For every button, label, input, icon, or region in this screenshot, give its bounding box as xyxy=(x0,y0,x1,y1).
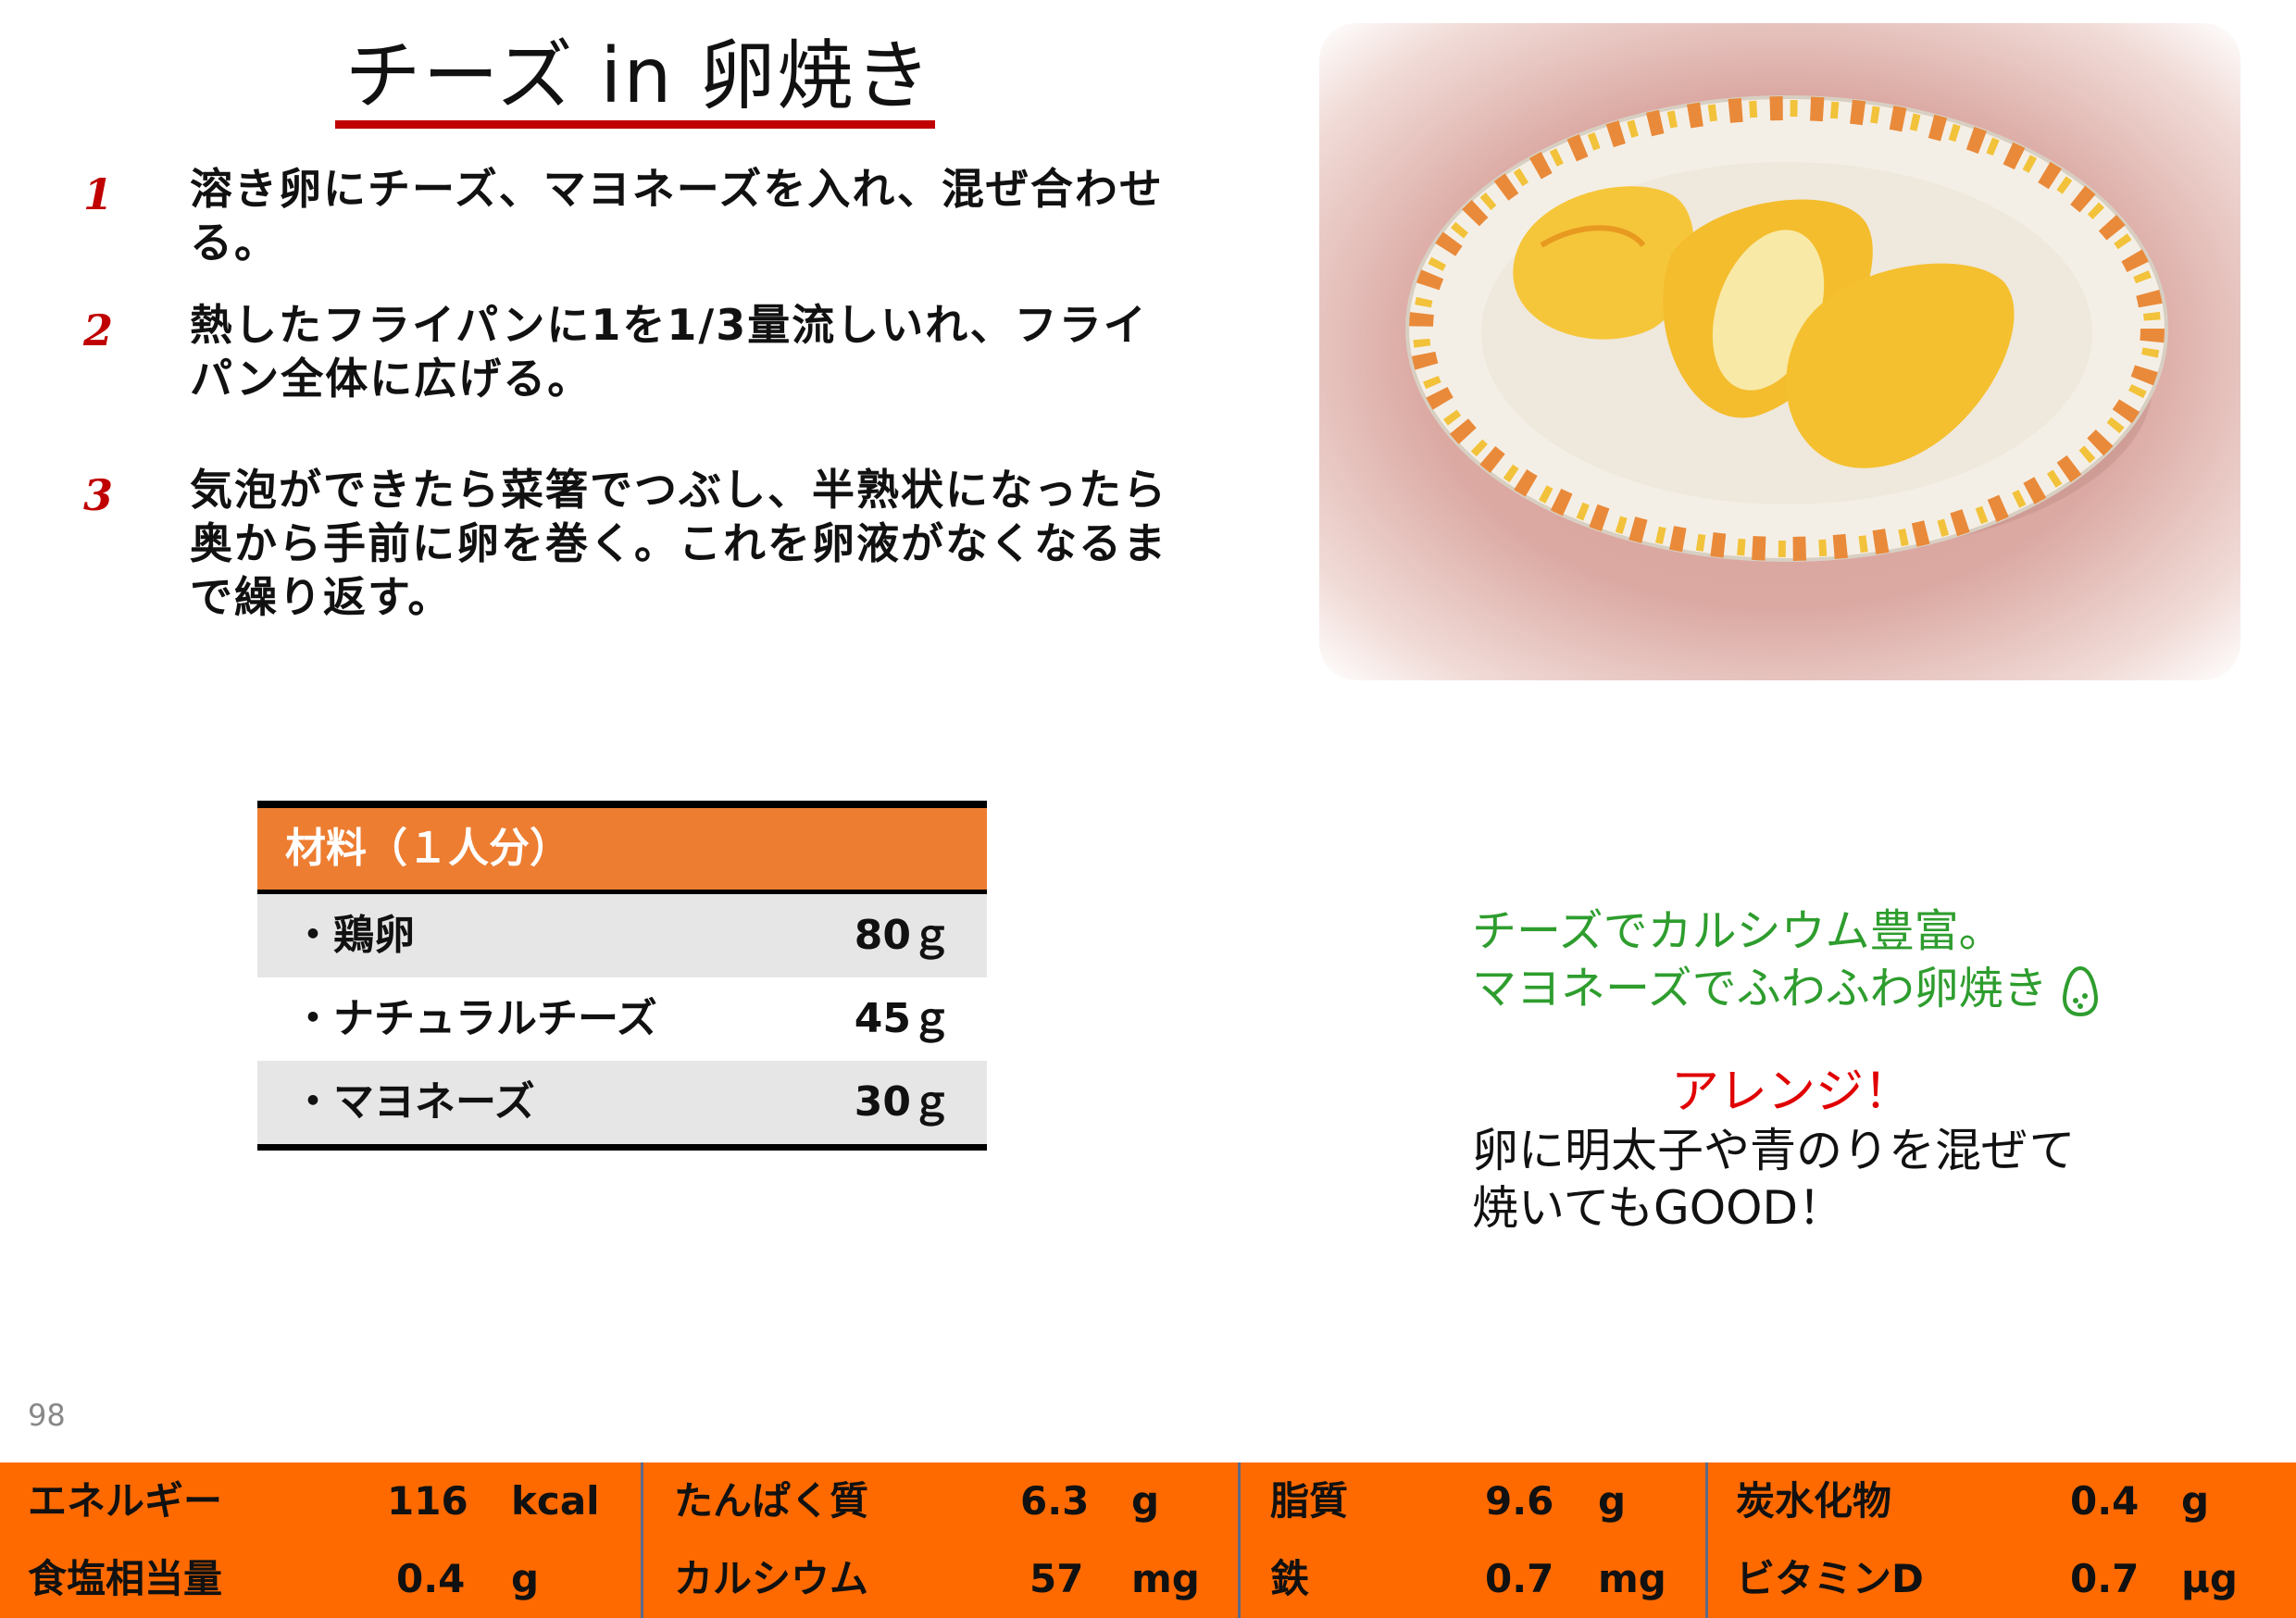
nutrient-value: 0.4 xyxy=(396,1556,466,1601)
nutrient-label: 食塩相当量 xyxy=(28,1556,223,1601)
nutrient-value: 57 xyxy=(1029,1556,1084,1601)
step-number: 2 xyxy=(83,305,114,355)
tip-line-2: マヨネーズでふわふわ卵焼き xyxy=(1472,960,2194,1017)
table-bottom-rule xyxy=(257,1144,987,1151)
nutrient-label: エネルギー xyxy=(28,1478,223,1524)
nutrient-unit: mg xyxy=(1131,1556,1200,1601)
nutrient-value: 6.3 xyxy=(1020,1478,1090,1524)
nutrient-unit: mg xyxy=(1598,1556,1666,1601)
tip-line-2-text: マヨネーズでふわふわ卵焼き xyxy=(1472,963,2048,1014)
tip-note: チーズでカルシウム豊富。 マヨネーズでふわふわ卵焼き xyxy=(1472,902,2194,1017)
step-text: 溶き卵にチーズ、マヨネーズを入れ、混ぜ合わせる。 xyxy=(190,164,1164,268)
arrange-line-2: 焼いてもGOOD！ xyxy=(1472,1181,1844,1235)
table-row: ・鶏卵 80ｇ xyxy=(257,894,987,977)
column-separator xyxy=(1705,1462,1708,1618)
step-text: 気泡ができたら菜箸でつぶし、半熟状になったら奥から手前に卵を巻く。これを卵液がな… xyxy=(190,465,1167,622)
table-row: ・ナチュラルチーズ 45ｇ xyxy=(257,977,987,1061)
tip-line-1: チーズでカルシウム豊富。 xyxy=(1472,905,2003,957)
nutrient-value: 0.7 xyxy=(2070,1556,2140,1601)
ingredient-amount: 80ｇ xyxy=(854,912,952,959)
arrange-text: 卵に明太子や青のりを混ぜて 焼いてもGOOD！ xyxy=(1472,1122,2194,1237)
nutrient-unit: g xyxy=(1131,1478,1160,1524)
ingredient-name: ・ナチュラルチーズ xyxy=(293,995,657,1042)
column-separator xyxy=(1238,1462,1241,1618)
step-text: 熱したフライパンに1を1/3量流しいれ、フライパン全体に広げる。 xyxy=(190,300,1148,404)
nutrient-label: カルシウム xyxy=(674,1556,869,1601)
step-number: 1 xyxy=(83,169,114,219)
nutrient-label: 脂質 xyxy=(1270,1478,1349,1524)
ingredients-table: 材料（１人分） ・鶏卵 80ｇ ・ナチュラルチーズ 45ｇ ・マヨネーズ 30ｇ xyxy=(257,801,987,1151)
nutrient-unit: g xyxy=(2181,1478,2210,1524)
title-underline xyxy=(335,120,935,129)
nutrient-unit: kcal xyxy=(511,1478,600,1524)
nutrient-label: たんぱく質 xyxy=(674,1478,869,1524)
nutrition-bar: エネルギー 116 kcal たんぱく質 6.3 g 脂質 9.6 g 炭水化物… xyxy=(0,1462,2296,1618)
dish-photo xyxy=(1319,23,2240,680)
nutrient-label: 炭水化物 xyxy=(1736,1478,1892,1524)
ingredient-amount: 30ｇ xyxy=(854,1078,952,1126)
page-number: 98 xyxy=(28,1398,66,1433)
nutrient-unit: g xyxy=(511,1556,540,1601)
page-title: チーズ in 卵焼き xyxy=(344,32,933,120)
arrange-line-1: 卵に明太子や青のりを混ぜて xyxy=(1472,1124,2076,1177)
nutrient-label: ビタミンD xyxy=(1736,1556,1924,1601)
column-separator xyxy=(641,1462,643,1618)
nutrient-value: 0.7 xyxy=(1485,1556,1554,1601)
ingredients-header: 材料（１人分） xyxy=(257,801,987,894)
table-row: ・マヨネーズ 30ｇ xyxy=(257,1061,987,1144)
nutrient-value: 0.4 xyxy=(2070,1478,2140,1524)
nutrient-unit: g xyxy=(1598,1478,1627,1524)
ingredient-amount: 45ｇ xyxy=(854,995,952,1042)
ingredient-name: ・鶏卵 xyxy=(293,912,415,959)
egg-icon xyxy=(2062,965,2098,1017)
nutrient-label: 鉄 xyxy=(1270,1556,1310,1601)
arrange-title: アレンジ！ xyxy=(1671,1064,1913,1120)
nutrient-value: 116 xyxy=(387,1478,468,1524)
step-number: 3 xyxy=(83,470,114,520)
nutrient-value: 9.6 xyxy=(1485,1478,1554,1524)
ingredient-name: ・マヨネーズ xyxy=(293,1078,535,1126)
nutrient-unit: μg xyxy=(2181,1556,2238,1601)
